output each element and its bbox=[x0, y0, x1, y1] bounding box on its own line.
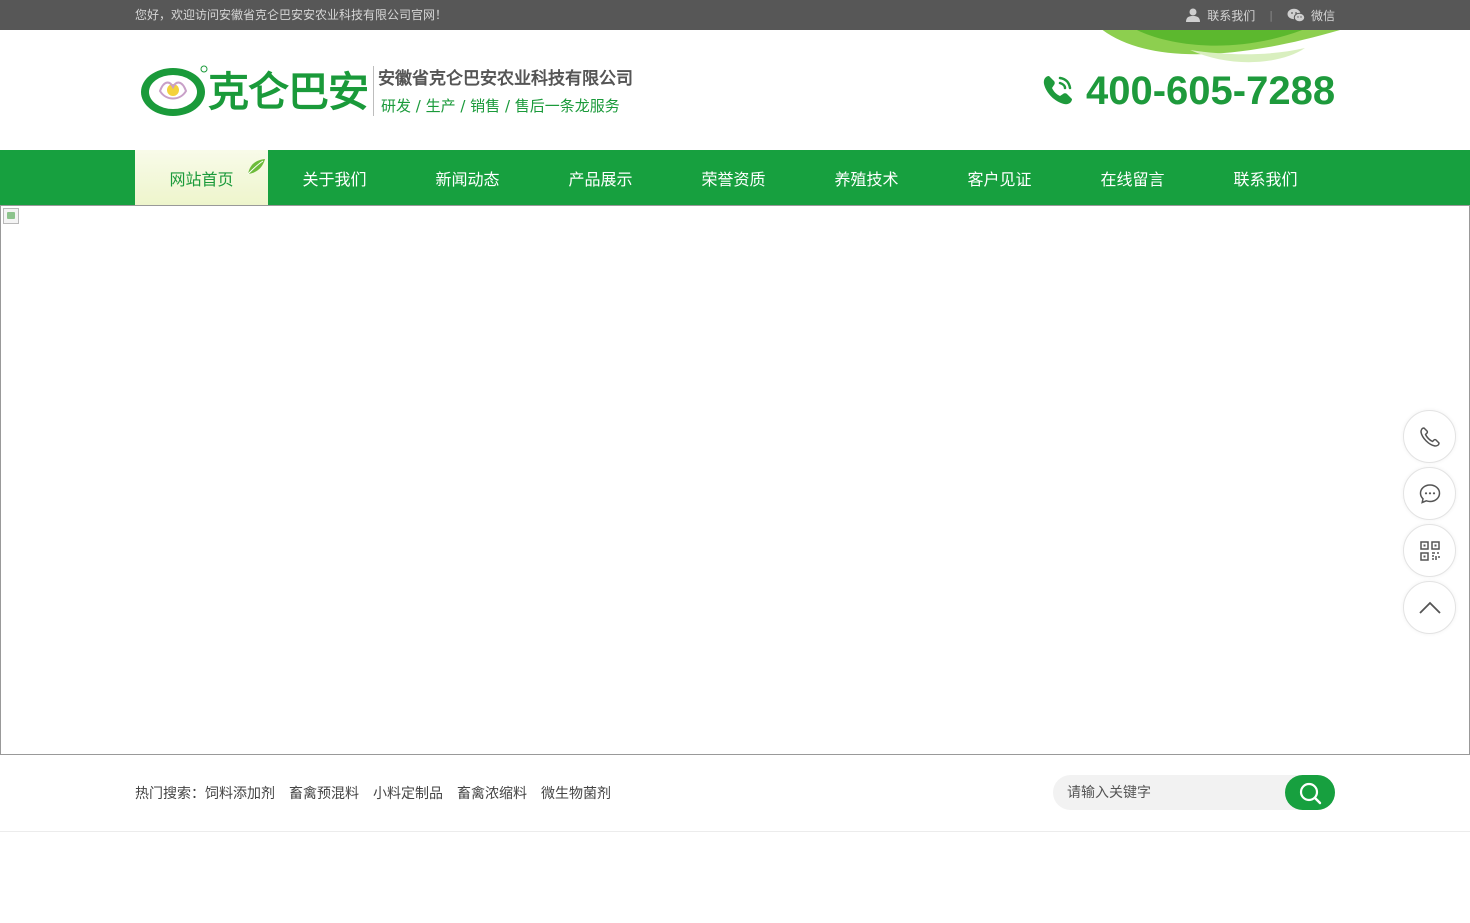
float-phone-button[interactable] bbox=[1403, 410, 1456, 463]
nav-item-cases[interactable]: 客户见证 bbox=[933, 150, 1066, 205]
hot-keyword-link[interactable]: 饲料添加剂 bbox=[205, 785, 275, 803]
nav-item-label: 关于我们 bbox=[302, 169, 367, 189]
top-contact-link[interactable]: 联系我们 bbox=[1185, 7, 1255, 24]
hotline-number: 400-605-7288 bbox=[1086, 69, 1336, 113]
nav-item-label: 在线留言 bbox=[1100, 169, 1165, 189]
nav-item-products[interactable]: 产品展示 bbox=[534, 150, 667, 205]
qrcode-icon bbox=[1419, 540, 1440, 561]
nav-item-label: 新闻动态 bbox=[435, 169, 500, 189]
user-icon bbox=[1186, 8, 1201, 22]
nav-item-home[interactable]: 网站首页 bbox=[135, 150, 268, 205]
wechat-icon bbox=[1287, 8, 1305, 22]
top-wechat-label: 微信 bbox=[1310, 8, 1335, 23]
nav-item-news[interactable]: 新闻动态 bbox=[401, 150, 534, 205]
company-name: 安徽省克仑巴安农业科技有限公司 bbox=[378, 69, 633, 89]
top-wechat-link[interactable]: 微信 bbox=[1287, 7, 1335, 24]
search-button[interactable] bbox=[1285, 775, 1335, 810]
float-qrcode-button[interactable] bbox=[1403, 524, 1456, 577]
logo-emblem-icon[interactable] bbox=[140, 65, 208, 117]
nav-item-label: 产品展示 bbox=[568, 169, 633, 189]
nav-item-contact[interactable]: 联系我们 bbox=[1199, 150, 1332, 205]
nav-item-about[interactable]: 关于我们 bbox=[268, 150, 401, 205]
top-contact-label: 联系我们 bbox=[1207, 8, 1256, 23]
hot-keyword-link[interactable]: 小料定制品 bbox=[373, 785, 443, 803]
float-back-to-top-button[interactable] bbox=[1403, 581, 1456, 634]
search-box bbox=[1053, 775, 1335, 810]
nav-item-label: 养殖技术 bbox=[834, 169, 899, 189]
nav-item-label: 联系我们 bbox=[1233, 169, 1298, 189]
hot-search-keywords: 饲料添加剂 畜禽预混料 小料定制品 畜禽浓缩料 微生物菌剂 bbox=[205, 785, 625, 803]
nav-item-label: 荣誉资质 bbox=[701, 169, 766, 189]
hot-keyword-link[interactable]: 畜禽浓缩料 bbox=[457, 785, 527, 803]
nav-item-message[interactable]: 在线留言 bbox=[1066, 150, 1199, 205]
logo-divider bbox=[373, 66, 374, 116]
logo-text[interactable]: 克仑巴安 bbox=[208, 68, 369, 116]
top-links: 联系我们 | 微信 bbox=[1185, 0, 1335, 30]
hot-search-label: 热门搜索： bbox=[135, 786, 205, 802]
header: 克仑巴安 安徽省克仑巴安农业科技有限公司 研发 / 生产 / 销售 / 售后一条… bbox=[0, 30, 1470, 150]
nav-item-breeding[interactable]: 养殖技术 bbox=[800, 150, 933, 205]
message-icon bbox=[1419, 483, 1440, 504]
leaf-icon bbox=[247, 159, 265, 175]
float-message-button[interactable] bbox=[1403, 467, 1456, 520]
nav-item-label: 网站首页 bbox=[169, 169, 234, 189]
hot-search-bar: 热门搜索： 饲料添加剂 畜禽预混料 小料定制品 畜禽浓缩料 微生物菌剂 bbox=[0, 755, 1470, 832]
nav-item-honors[interactable]: 荣誉资质 bbox=[667, 150, 800, 205]
top-bar: 您好，欢迎访问安徽省克仑巴安安农业科技有限公司官网！ 联系我们 | 微信 bbox=[0, 0, 1470, 30]
phone-icon bbox=[1419, 426, 1440, 447]
hotline-phone-icon bbox=[1043, 76, 1072, 105]
search-input[interactable] bbox=[1053, 775, 1285, 810]
hot-keyword-link[interactable]: 微生物菌剂 bbox=[541, 785, 611, 803]
slogan: 研发 / 生产 / 销售 / 售后一条龙服务 bbox=[381, 97, 620, 115]
top-separator: | bbox=[1269, 8, 1273, 22]
chevron-up-icon bbox=[1418, 601, 1441, 614]
welcome-text: 您好，欢迎访问安徽省克仑巴安安农业科技有限公司官网！ bbox=[135, 8, 448, 22]
search-icon bbox=[1299, 782, 1322, 804]
hot-keyword-link[interactable]: 畜禽预混料 bbox=[289, 785, 359, 803]
broken-image-icon bbox=[3, 208, 19, 224]
nav-items: 网站首页 关于我们 新闻动态 产品展示 荣誉资质 养殖技术 客户见证 在线留言 … bbox=[135, 150, 1332, 205]
main-nav: 网站首页 关于我们 新闻动态 产品展示 荣誉资质 养殖技术 客户见证 在线留言 … bbox=[0, 150, 1470, 205]
nav-item-label: 客户见证 bbox=[967, 169, 1032, 189]
banner[interactable] bbox=[0, 205, 1470, 755]
